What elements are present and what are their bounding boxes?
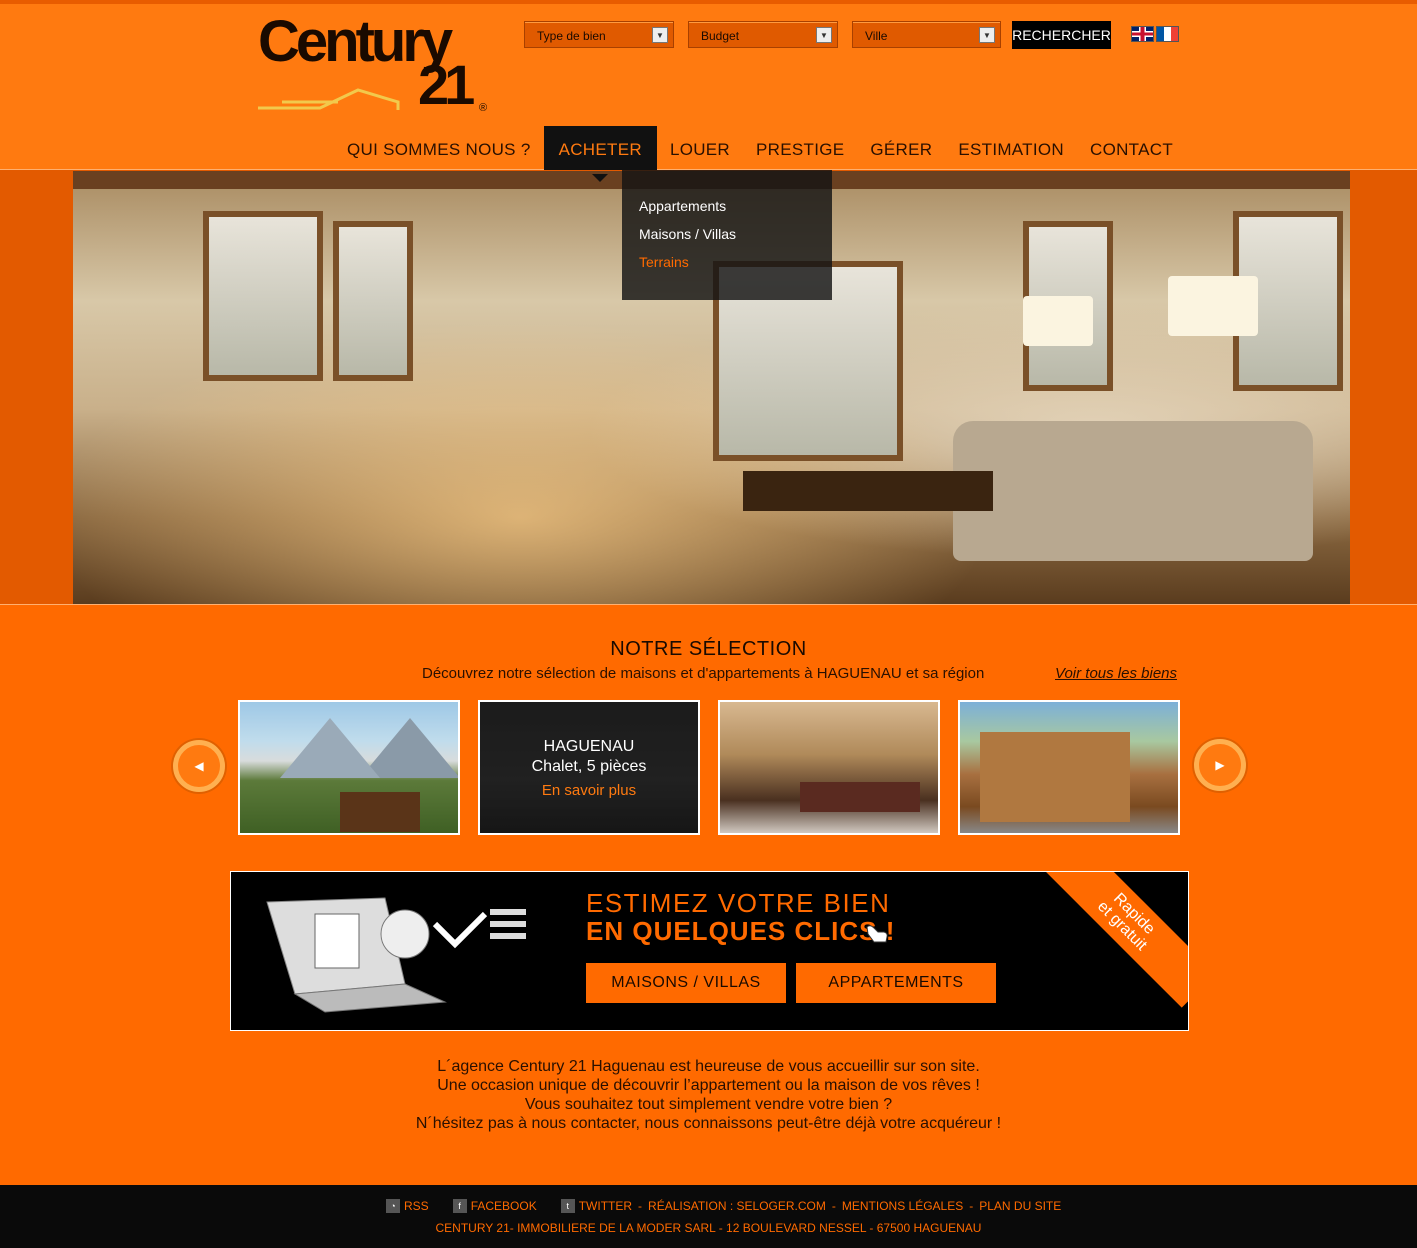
twitter-icon: t <box>560 1199 575 1213</box>
bed <box>800 782 920 812</box>
nav-qui-sommes-nous[interactable]: QUI SOMMES NOUS ? <box>334 126 544 174</box>
arrow-left-icon: ◀ <box>194 759 204 773</box>
pointing-hand-icon <box>866 925 888 943</box>
estimate-banner: ESTIMEZ VOTRE BIEN EN QUELQUES CLICS ! M… <box>230 871 1189 1031</box>
fr-flag-icon[interactable] <box>1156 26 1179 42</box>
logo-registered: ® <box>479 102 488 114</box>
learn-more-link[interactable]: En savoir plus <box>542 782 636 799</box>
selection-subtitle: Découvrez notre sélection de maisons et … <box>422 665 985 682</box>
footer-sitemap-link[interactable]: PLAN DU SITE <box>979 1199 1061 1213</box>
intro-text: L´agence Century 21 Haguenau est heureus… <box>0 1057 1417 1133</box>
property-thumb[interactable] <box>958 700 1180 835</box>
type-select[interactable]: Type de bien ▼ <box>524 21 674 48</box>
see-all-link[interactable]: Voir tous les biens <box>1055 665 1177 682</box>
separator: - <box>831 1199 836 1213</box>
lamp-shade-2 <box>1168 276 1258 336</box>
search-button[interactable]: RECHERCHER <box>1012 21 1111 49</box>
type-select-label: Type de bien <box>537 29 606 43</box>
facebook-icon: f <box>452 1199 467 1213</box>
uk-flag-icon[interactable] <box>1131 26 1154 42</box>
chalet <box>980 732 1130 822</box>
property-thumb[interactable] <box>238 700 460 835</box>
estimate-title-line2: EN QUELQUES CLICS ! <box>586 916 896 946</box>
sofa <box>953 421 1313 561</box>
main-nav: QUI SOMMES NOUS ? ACHETER LOUER PRESTIGE… <box>334 126 1186 182</box>
budget-select[interactable]: Budget ▼ <box>688 21 838 48</box>
estimate-apartments-button[interactable]: APPARTEMENTS <box>796 963 996 1003</box>
site-header: Century 21 ® Type de bien ▼ Budget ▼ Vil… <box>0 4 1417 182</box>
carousel-prev-button[interactable]: ◀ <box>173 740 225 792</box>
property-thumb-featured[interactable]: HAGUENAU Chalet, 5 pièces En savoir plus <box>478 700 700 835</box>
budget-select-label: Budget <box>701 29 740 43</box>
dropdown-arrow-icon: ▼ <box>979 27 995 43</box>
separator: - <box>638 1199 643 1213</box>
nav-estimation[interactable]: ESTIMATION <box>945 126 1077 174</box>
estimate-houses-button[interactable]: MAISONS / VILLAS <box>586 963 786 1003</box>
footer-twitter-link[interactable]: TWITTER <box>579 1199 632 1213</box>
nav-acheter[interactable]: ACHETER <box>543 126 657 182</box>
footer-legal-link[interactable]: MENTIONS LÉGALES <box>842 1199 963 1213</box>
window-left-2 <box>333 221 413 381</box>
arrow-right-icon: ▶ <box>1215 758 1225 772</box>
mountain <box>280 718 380 778</box>
footer-rss-link[interactable]: RSS <box>404 1199 429 1213</box>
city-select-label: Ville <box>865 29 888 43</box>
free-fast-ribbon: Rapide et gratuit <box>1040 872 1188 1008</box>
selection-title: NOTRE SÉLECTION <box>610 638 807 660</box>
logo-number: 21 <box>418 53 475 116</box>
laptop-calculator-icon <box>266 897 526 1013</box>
nav-gerer[interactable]: GÉRER <box>857 126 945 174</box>
footer-links: ◔ RSS f FACEBOOK t TWITTER - RÉALISATION… <box>386 1199 1061 1213</box>
thumb-type: Chalet, 5 pièces <box>531 758 647 775</box>
rss-icon: ◔ <box>386 1199 400 1213</box>
language-switcher <box>1131 26 1179 42</box>
dropdown-item-appartements[interactable]: Appartements <box>639 198 815 214</box>
nav-prestige[interactable]: PRESTIGE <box>743 126 857 174</box>
intro-line4: N´hésitez pas à nous contacter, nous con… <box>415 1115 1002 1132</box>
footer-facebook-link[interactable]: FACEBOOK <box>471 1199 537 1213</box>
thumb-overlay: HAGUENAU Chalet, 5 pièces En savoir plus <box>480 702 698 833</box>
intro-line3: Vous souhaitez tout simplement vendre vo… <box>524 1096 893 1113</box>
dropdown-arrow-icon: ▼ <box>816 27 832 43</box>
acheter-dropdown: Appartements Maisons / Villas Terrains <box>622 170 832 300</box>
dropdown-item-maisons[interactable]: Maisons / Villas <box>639 226 815 242</box>
logo-house-icon <box>258 88 400 110</box>
intro-line1: L´agence Century 21 Haguenau est heureus… <box>437 1058 980 1075</box>
property-thumb[interactable] <box>718 700 940 835</box>
dropdown-arrow-icon: ▼ <box>652 27 668 43</box>
dropdown-item-terrains[interactable]: Terrains <box>639 254 815 270</box>
intro-line2: Une occasion unique de découvrir l’appar… <box>437 1077 980 1094</box>
coffee-table <box>743 471 993 511</box>
chalet <box>340 792 420 832</box>
nav-contact[interactable]: CONTACT <box>1077 126 1186 174</box>
thumb-city: HAGUENAU <box>543 738 635 755</box>
lamp-shade <box>1023 296 1093 346</box>
city-select[interactable]: Ville ▼ <box>852 21 1001 48</box>
site-footer: ◔ RSS f FACEBOOK t TWITTER - RÉALISATION… <box>0 1185 1417 1248</box>
footer-realisation-link[interactable]: RÉALISATION : SELOGER.COM <box>648 1199 826 1213</box>
separator: - <box>969 1199 974 1213</box>
footer-address: CENTURY 21- IMMOBILIERE DE LA MODER SARL… <box>435 1221 982 1235</box>
nav-louer[interactable]: LOUER <box>657 126 743 174</box>
search-form: Type de bien ▼ Budget ▼ Ville ▼ <box>524 21 1001 48</box>
estimate-title-line1: ESTIMEZ VOTRE BIEN <box>586 888 891 918</box>
carousel-next-button[interactable]: ▶ <box>1194 739 1246 791</box>
century21-logo[interactable]: Century 21 ® <box>258 10 493 120</box>
window-left <box>203 211 323 381</box>
